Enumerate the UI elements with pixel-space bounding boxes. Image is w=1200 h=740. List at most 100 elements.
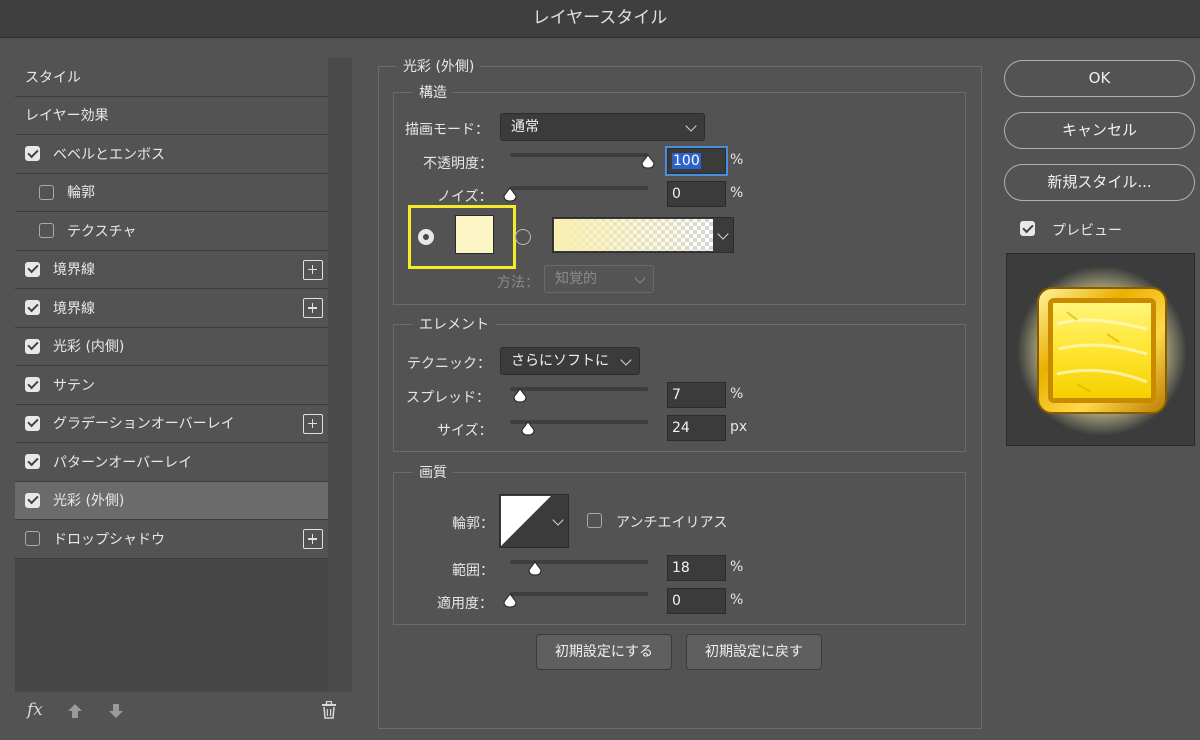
fx-button[interactable]: fx	[27, 700, 43, 720]
style-list-item[interactable]: 輪郭	[15, 173, 328, 212]
spread-slider-track[interactable]	[510, 387, 648, 391]
style-list-item[interactable]: テクスチャ	[15, 212, 328, 251]
style-checkbox[interactable]	[25, 531, 40, 547]
size-slider-thumb[interactable]	[521, 421, 535, 436]
make-default-button[interactable]: 初期設定にする	[536, 634, 672, 670]
style-checkbox[interactable]	[25, 415, 40, 431]
style-checkbox[interactable]	[25, 492, 40, 508]
add-effect-plus-icon[interactable]	[303, 529, 323, 549]
add-effect-plus-icon[interactable]	[303, 413, 323, 434]
range-unit: %	[730, 559, 744, 575]
style-item-label: パターンオーバーレイ	[53, 454, 193, 471]
chevron-down-icon	[634, 272, 646, 284]
spread-slider-thumb[interactable]	[513, 388, 527, 403]
style-item-label: ドロップシャドウ	[53, 531, 165, 548]
cancel-button[interactable]: キャンセル	[1004, 112, 1195, 149]
spread-label: スプレッド：	[406, 390, 490, 406]
opacity-unit: %	[730, 152, 744, 168]
jitter-label: 適用度：	[437, 596, 493, 612]
preview-thumbnail	[1006, 253, 1195, 446]
chevron-down-icon	[685, 120, 697, 132]
style-list: スタイル レイヤー効果 ベベルとエンボス 輪郭 テクスチャ 境界線 境界線 光彩 (内側) サテ…	[15, 58, 328, 559]
antialias-label: アンチエイリアス	[616, 515, 728, 531]
trash-icon[interactable]	[321, 701, 337, 719]
style-checkbox[interactable]	[39, 184, 54, 200]
method-value: 知覚的	[555, 271, 597, 287]
style-list-footer: fx	[15, 692, 352, 730]
style-item-label: スタイル	[25, 69, 81, 86]
quality-title: 画質	[413, 462, 453, 482]
style-checkbox[interactable]	[25, 338, 40, 354]
style-list-item[interactable]: スタイル	[15, 58, 328, 97]
style-item-label: サテン	[53, 377, 95, 394]
style-list-item[interactable]: ドロップシャドウ	[15, 520, 328, 559]
outer-glow-title: 光彩 (外側)	[397, 56, 481, 76]
add-effect-plus-icon[interactable]	[303, 259, 323, 280]
opacity-input[interactable]: 100	[667, 148, 726, 174]
range-slider-thumb[interactable]	[528, 561, 542, 576]
style-checkbox[interactable]	[25, 300, 40, 316]
new-style-button[interactable]: 新規スタイル...	[1004, 164, 1195, 201]
style-checkbox[interactable]	[25, 377, 40, 393]
dialog-title: レイヤースタイル	[0, 0, 1200, 38]
noise-label: ノイズ：	[437, 189, 493, 205]
technique-label: テクニック：	[407, 356, 491, 372]
method-label: 方法：	[497, 275, 539, 291]
style-checkbox[interactable]	[39, 223, 54, 239]
add-effect-plus-icon[interactable]	[303, 298, 323, 318]
glow-color-swatch[interactable]	[455, 215, 494, 254]
noise-slider-thumb[interactable]	[503, 187, 517, 202]
gradient-picker[interactable]	[552, 217, 734, 253]
style-item-label: 境界線	[53, 300, 95, 317]
style-item-label: 境界線	[53, 262, 95, 279]
style-list-item[interactable]: パターンオーバーレイ	[15, 443, 328, 482]
style-list-scrollbar[interactable]	[328, 58, 352, 692]
technique-value: さらにソフトに	[511, 353, 609, 369]
contour-picker[interactable]	[499, 494, 569, 548]
size-input[interactable]: 24	[667, 415, 726, 441]
opacity-slider-track[interactable]	[510, 153, 648, 157]
style-list-item[interactable]: 光彩 (外側)	[15, 481, 328, 520]
preview-checkbox[interactable]	[1020, 221, 1035, 236]
noise-unit: %	[730, 185, 744, 201]
reset-default-button[interactable]: 初期設定に戻す	[686, 634, 822, 670]
range-label: 範囲：	[452, 563, 494, 579]
blend-mode-select[interactable]: 通常	[500, 113, 705, 141]
style-list-item[interactable]: 境界線	[15, 289, 328, 328]
style-item-label: 輪郭	[67, 185, 95, 202]
style-checkbox[interactable]	[25, 454, 40, 470]
antialias-checkbox[interactable]	[587, 513, 602, 528]
style-checkbox[interactable]	[25, 146, 40, 162]
range-input[interactable]: 18	[667, 555, 726, 581]
opacity-label: 不透明度：	[423, 156, 493, 172]
chevron-down-icon	[552, 514, 564, 526]
method-select: 知覚的	[544, 265, 654, 293]
chevron-down-icon	[620, 354, 632, 366]
noise-input[interactable]: 0	[667, 181, 726, 207]
ok-button[interactable]: OK	[1004, 60, 1195, 97]
move-up-icon[interactable]	[67, 702, 83, 720]
style-list-item[interactable]: 境界線	[15, 250, 328, 289]
blend-mode-value: 通常	[511, 119, 539, 135]
opacity-slider-thumb[interactable]	[641, 154, 655, 169]
spread-input[interactable]: 7	[667, 382, 726, 408]
style-list-item[interactable]: レイヤー効果	[15, 96, 328, 135]
jitter-slider-track[interactable]	[510, 592, 648, 596]
jitter-input[interactable]: 0	[667, 588, 726, 614]
move-down-icon[interactable]	[108, 702, 124, 720]
style-checkbox[interactable]	[25, 261, 40, 277]
jitter-slider-thumb[interactable]	[503, 593, 517, 608]
gradient-radio[interactable]	[515, 229, 531, 245]
noise-slider-track[interactable]	[510, 186, 648, 190]
style-list-item[interactable]: グラデーションオーバーレイ	[15, 404, 328, 443]
style-list-item[interactable]: 光彩 (内側)	[15, 327, 328, 366]
technique-select[interactable]: さらにソフトに	[500, 347, 640, 375]
style-list-item[interactable]: ベベルとエンボス	[15, 135, 328, 174]
jitter-unit: %	[730, 592, 744, 608]
contour-preview	[501, 496, 551, 546]
style-item-label: グラデーションオーバーレイ	[53, 416, 235, 433]
style-list-item[interactable]: サテン	[15, 366, 328, 405]
preview-image	[1017, 266, 1187, 436]
structure-title: 構造	[413, 82, 453, 102]
style-item-label: レイヤー効果	[25, 108, 109, 125]
